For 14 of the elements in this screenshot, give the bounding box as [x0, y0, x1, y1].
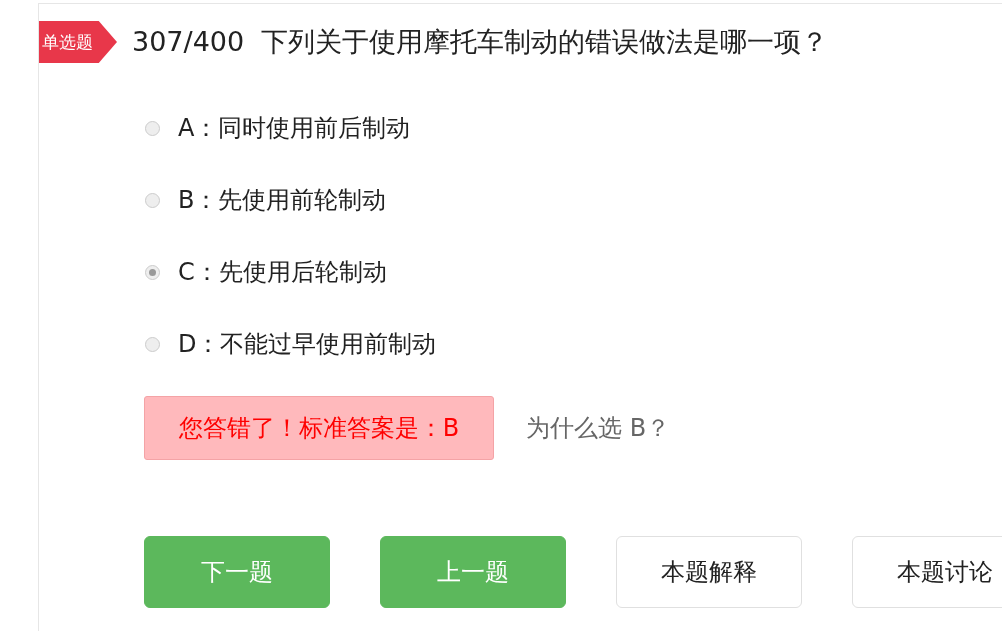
- option-label[interactable]: D：不能过早使用前制动: [178, 328, 437, 360]
- radio-button[interactable]: [145, 192, 160, 208]
- option-label[interactable]: C：先使用后轮制动: [178, 256, 387, 288]
- option-label[interactable]: A：同时使用前后制动: [178, 112, 411, 144]
- info-button[interactable]: 本题讨论: [852, 536, 1002, 608]
- why-link[interactable]: 为什么选 B？: [526, 412, 671, 444]
- radio-button[interactable]: [145, 120, 160, 136]
- wrong-answer-alert: 您答错了！标准答案是：B: [144, 396, 494, 460]
- question-title: 307/400 下列关于使用摩托车制动的错误做法是哪一项？: [132, 25, 829, 59]
- radio-button[interactable]: [145, 264, 160, 280]
- radio-button[interactable]: [145, 336, 160, 352]
- info-button[interactable]: 本题解释: [616, 536, 802, 608]
- question-type-ribbon: 单选题: [39, 21, 117, 63]
- option-label[interactable]: B：先使用前轮制动: [178, 184, 387, 216]
